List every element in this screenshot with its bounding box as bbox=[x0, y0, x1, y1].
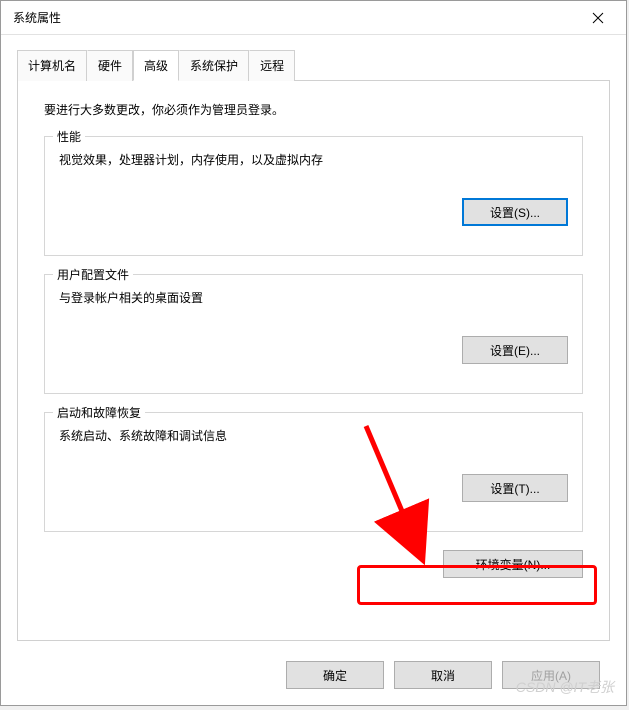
tab-panel-advanced: 要进行大多数更改，你必须作为管理员登录。 性能 视觉效果，处理器计划，内存使用，… bbox=[17, 81, 610, 641]
titlebar: 系统属性 bbox=[1, 1, 626, 35]
tab-advanced[interactable]: 高级 bbox=[133, 50, 179, 81]
userprofile-desc: 与登录帐户相关的桌面设置 bbox=[59, 289, 568, 306]
cancel-button[interactable]: 取消 bbox=[394, 661, 492, 689]
tab-computer-name[interactable]: 计算机名 bbox=[17, 50, 87, 81]
tabs-row: 计算机名 硬件 高级 系统保护 远程 bbox=[17, 49, 610, 81]
system-properties-dialog: 系统属性 计算机名 硬件 高级 系统保护 远程 要进行大多数更改，你必须作为管理… bbox=[0, 0, 627, 706]
apply-button[interactable]: 应用(A) bbox=[502, 661, 600, 689]
tab-system-protection[interactable]: 系统保护 bbox=[179, 50, 249, 81]
startup-desc: 系统启动、系统故障和调试信息 bbox=[59, 427, 568, 444]
performance-settings-button[interactable]: 设置(S)... bbox=[462, 198, 568, 226]
footer-buttons: 确定 取消 应用(A) bbox=[286, 661, 600, 689]
close-button[interactable] bbox=[578, 4, 618, 32]
performance-group: 性能 视觉效果，处理器计划，内存使用，以及虚拟内存 设置(S)... bbox=[44, 136, 583, 256]
userprofile-group: 用户配置文件 与登录帐户相关的桌面设置 设置(E)... bbox=[44, 274, 583, 394]
admin-notice: 要进行大多数更改，你必须作为管理员登录。 bbox=[44, 101, 583, 118]
ok-button[interactable]: 确定 bbox=[286, 661, 384, 689]
window-title: 系统属性 bbox=[13, 9, 61, 26]
userprofile-settings-button[interactable]: 设置(E)... bbox=[462, 336, 568, 364]
startup-title: 启动和故障恢复 bbox=[53, 404, 145, 421]
performance-title: 性能 bbox=[53, 128, 85, 145]
performance-desc: 视觉效果，处理器计划，内存使用，以及虚拟内存 bbox=[59, 151, 568, 168]
startup-group: 启动和故障恢复 系统启动、系统故障和调试信息 设置(T)... bbox=[44, 412, 583, 532]
tab-hardware[interactable]: 硬件 bbox=[87, 50, 133, 81]
tab-remote[interactable]: 远程 bbox=[249, 50, 295, 81]
userprofile-title: 用户配置文件 bbox=[53, 266, 133, 283]
close-icon bbox=[592, 12, 604, 24]
environment-variables-button[interactable]: 环境变量(N)... bbox=[443, 550, 583, 578]
startup-settings-button[interactable]: 设置(T)... bbox=[462, 474, 568, 502]
